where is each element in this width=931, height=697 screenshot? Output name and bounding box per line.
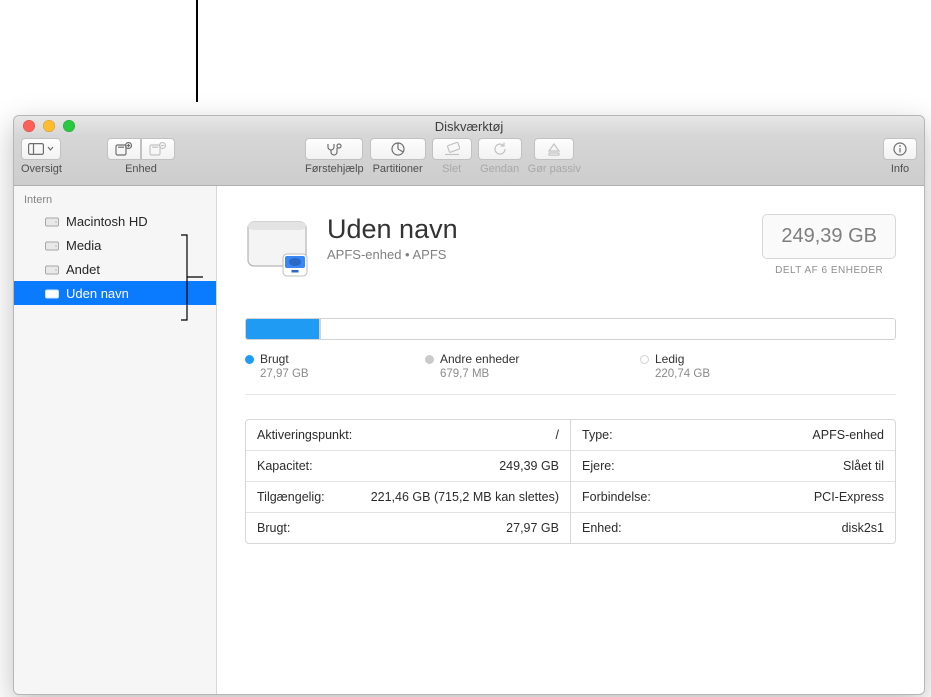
- content-pane: Uden navn APFS-enhed • APFS 249,39 GB DE…: [217, 186, 924, 694]
- info-val: PCI-Express: [814, 490, 884, 504]
- sidebar: Intern Macintosh HD Media Andet: [14, 186, 217, 694]
- restore-icon: [493, 142, 507, 156]
- dot-used-icon: [245, 355, 254, 364]
- legend-other-value: 679,7 MB: [440, 368, 640, 380]
- legend-other-label: Andre enheder: [440, 352, 519, 366]
- info-val: Slået til: [843, 459, 884, 473]
- info-button[interactable]: [883, 138, 917, 160]
- chevron-down-icon: [47, 146, 54, 152]
- sidebar-item-macintosh-hd[interactable]: Macintosh HD: [14, 209, 216, 233]
- info-val: APFS-enhed: [812, 428, 884, 442]
- info-key: Kapacitet:: [257, 459, 313, 473]
- toolbar-label-volume: Enhed: [125, 163, 157, 175]
- info-table: Aktiveringspunkt: / Kapacitet: 249,39 GB T…: [245, 419, 896, 544]
- restore-button[interactable]: [478, 138, 522, 160]
- usage-legend: Brugt 27,97 GB Andre enheder 679,7 MB Le…: [245, 352, 896, 395]
- info-key: Type:: [582, 428, 613, 442]
- info-val: disk2s1: [842, 521, 884, 535]
- sidebar-icon: [28, 143, 44, 155]
- toolbar-label-unmount: Gør passiv: [528, 163, 581, 175]
- legend-used-value: 27,97 GB: [260, 368, 425, 380]
- disk-utility-window: Diskværktøj Oversigt Enhed: [13, 115, 925, 695]
- sidebar-item-other[interactable]: Andet: [14, 257, 216, 281]
- info-key: Ejere:: [582, 459, 615, 473]
- info-key: Forbindelse:: [582, 490, 651, 504]
- titlebar: Diskværktøj: [14, 116, 924, 136]
- toolbar-label-view: Oversigt: [21, 163, 62, 175]
- view-menu-button[interactable]: [21, 138, 61, 160]
- toolbar-label-restore: Gendan: [480, 163, 519, 175]
- close-window-button[interactable]: [23, 120, 35, 132]
- legend-free-label: Ledig: [655, 352, 684, 366]
- info-val: 27,97 GB: [506, 521, 559, 535]
- usage-segment-free: [321, 319, 895, 339]
- volume-minus-icon: [149, 142, 167, 156]
- usage-segment-used: [246, 319, 319, 339]
- info-key: Enhed:: [582, 521, 622, 535]
- hdd-icon: [44, 261, 60, 277]
- sidebar-item-label: Andet: [66, 262, 100, 277]
- info-key: Aktiveringspunkt:: [257, 428, 352, 442]
- legend-used-label: Brugt: [260, 352, 289, 366]
- dot-free-icon: [640, 355, 649, 364]
- sidebar-item-label: Media: [66, 238, 101, 253]
- minimize-window-button[interactable]: [43, 120, 55, 132]
- window-title: Diskværktøj: [14, 119, 924, 134]
- dot-other-icon: [425, 355, 434, 364]
- toolbar-label-erase: Slet: [442, 163, 461, 175]
- pie-icon: [391, 142, 405, 156]
- capacity-subtitle: DELT AF 6 ENHEDER: [762, 265, 896, 276]
- capacity-badge: 249,39 GB: [762, 214, 896, 259]
- volume-title: Uden navn: [327, 214, 458, 245]
- info-key: Brugt:: [257, 521, 290, 535]
- info-key: Tilgængelig:: [257, 490, 325, 504]
- toolbar-label-info: Info: [891, 163, 909, 175]
- hdd-icon: [44, 285, 60, 301]
- info-val: 249,39 GB: [499, 459, 559, 473]
- sidebar-item-media[interactable]: Media: [14, 233, 216, 257]
- info-icon: [893, 142, 907, 156]
- hdd-icon: [44, 237, 60, 253]
- volume-subtitle: APFS-enhed • APFS: [327, 247, 458, 262]
- remove-volume-button[interactable]: [141, 138, 175, 160]
- first-aid-button[interactable]: [305, 138, 363, 160]
- sidebar-section-internal: Intern: [14, 192, 216, 209]
- sidebar-item-untitled[interactable]: Uden navn: [14, 281, 216, 305]
- info-val: 221,46 GB (715,2 MB kan slettes): [371, 490, 559, 504]
- toolbar-label-firstaid: Førstehjælp: [305, 163, 364, 175]
- volume-large-icon: [245, 214, 309, 278]
- toolbar-label-partition: Partitioner: [373, 163, 423, 175]
- sidebar-item-label: Macintosh HD: [66, 214, 148, 229]
- sidebar-item-label: Uden navn: [66, 286, 129, 301]
- legend-free-value: 220,74 GB: [655, 368, 840, 380]
- usage-bar: [245, 318, 896, 340]
- fullscreen-window-button[interactable]: [63, 120, 75, 132]
- unmount-button[interactable]: [534, 138, 574, 160]
- hdd-icon: [44, 213, 60, 229]
- toolbar: Oversigt Enhed Førstehjælp: [14, 136, 924, 186]
- volume-plus-icon: [115, 142, 133, 156]
- info-val: /: [556, 428, 559, 442]
- erase-button[interactable]: [432, 138, 472, 160]
- eject-icon: [548, 143, 560, 156]
- erase-icon: [444, 142, 460, 156]
- add-volume-button[interactable]: [107, 138, 141, 160]
- partition-button[interactable]: [370, 138, 426, 160]
- stethoscope-icon: [325, 142, 343, 156]
